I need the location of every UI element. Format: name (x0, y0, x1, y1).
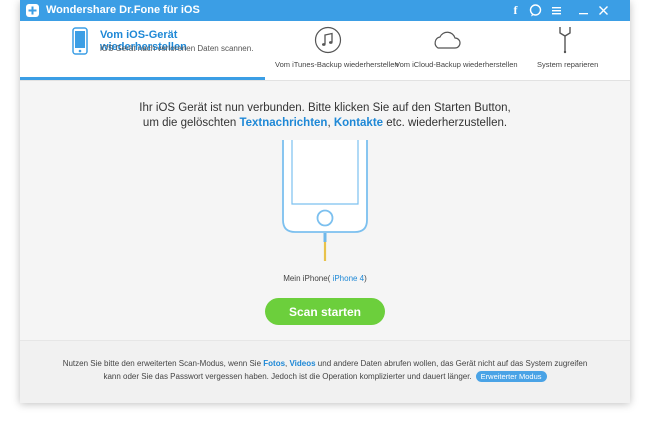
tab-system-repair-label: System reparieren (537, 60, 599, 69)
menu-icon[interactable] (549, 3, 564, 18)
feedback-icon[interactable] (528, 3, 543, 18)
iphone-illustration (282, 140, 368, 261)
wrench-icon (559, 27, 571, 54)
mode-tabs: Vom iOS-Gerät wiederherstellen iOS Gerät… (20, 21, 630, 81)
footer-advanced-hint: Nutzen Sie bitte den erweiterten Scan-Mo… (60, 357, 590, 383)
scan-start-button[interactable]: Scan starten (265, 298, 385, 325)
advanced-mode-button[interactable]: Erweiterter Modus (475, 371, 547, 382)
footer-videos: Videos (289, 359, 316, 368)
footer-photos: Fotos (263, 359, 286, 368)
cloud-icon (434, 31, 461, 49)
tab-icloud-label: Vom iCloud-Backup wiederherstellen (395, 60, 518, 69)
device-name-prefix: Mein iPhone( (283, 274, 331, 283)
tab-itunes-backup[interactable]: Vom iTunes-Backup wiederherstellen (265, 21, 399, 80)
minimize-icon[interactable] (576, 3, 591, 18)
tab-ios-device-subtitle: iOS Gerät nach verlorenen Daten scannen. (100, 44, 254, 53)
message-text-end: etc. wiederherzustellen. (383, 117, 508, 129)
message-text: um die gelöschten (142, 117, 240, 129)
tab-ios-device[interactable]: Vom iOS-Gerät wiederherstellen iOS Gerät… (20, 21, 265, 80)
facebook-icon[interactable]: f (508, 3, 523, 18)
link-text-messages[interactable]: Textnachrichten (239, 117, 327, 129)
title-bar: Wondershare Dr.Fone für iOS f (20, 0, 630, 21)
app-title: Wondershare Dr.Fone für iOS (46, 4, 200, 16)
phone-icon (72, 27, 88, 55)
footer-text-start: Nutzen Sie bitte den erweiterten Scan-Mo… (62, 359, 264, 368)
device-model: iPhone 4 (330, 274, 365, 283)
active-tab-indicator (20, 77, 265, 80)
close-icon[interactable] (596, 3, 611, 18)
app-logo-icon (26, 4, 39, 17)
music-note-icon (314, 26, 342, 54)
tab-icloud-backup[interactable]: Vom iCloud-Backup wiederherstellen (390, 21, 518, 80)
connected-message-line1: Ihr iOS Gerät ist nun verbunden. Bitte k… (139, 102, 511, 114)
device-name: Mein iPhone( iPhone 4) (20, 274, 630, 283)
connected-message-line2: um die gelöschten Textnachrichten, Konta… (20, 117, 630, 129)
tab-itunes-label: Vom iTunes-Backup wiederherstellen (275, 60, 399, 69)
footer-panel: Nutzen Sie bitte den erweiterten Scan-Mo… (20, 340, 630, 403)
app-window: Wondershare Dr.Fone für iOS f Vom iOS-Ge… (20, 0, 630, 403)
device-name-suffix: ) (364, 274, 367, 283)
tab-system-repair[interactable]: System reparieren (510, 21, 630, 80)
link-contacts[interactable]: Kontakte (334, 117, 383, 129)
